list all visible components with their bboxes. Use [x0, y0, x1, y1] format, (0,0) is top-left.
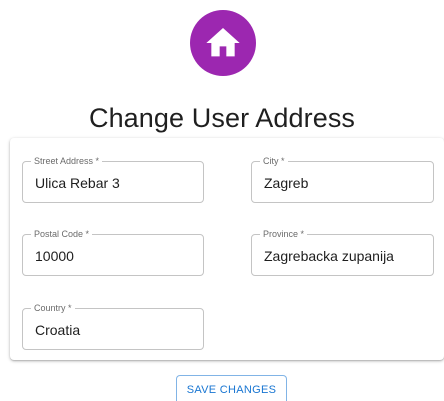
city-label: City * [260, 155, 288, 167]
province-field[interactable]: Province * Zagrebacka zupanija [251, 228, 434, 276]
address-form-card: Street Address * Ulica Rebar 3 City * Za… [10, 138, 444, 360]
country-value: Croatia [35, 322, 81, 338]
country-field[interactable]: Country * Croatia [22, 302, 204, 350]
city-value: Zagreb [264, 175, 309, 191]
province-label: Province * [260, 228, 308, 240]
street-address-field[interactable]: Street Address * Ulica Rebar 3 [22, 155, 204, 203]
postal-code-field[interactable]: Postal Code * 10000 [22, 228, 204, 276]
save-changes-button[interactable]: SAVE CHANGES [176, 375, 287, 401]
page-title: Change User Address [88, 103, 356, 133]
postal-code-value: 10000 [35, 248, 74, 264]
postal-code-label: Postal Code * [31, 228, 93, 240]
street-address-value: Ulica Rebar 3 [35, 175, 120, 191]
country-label: Country * [31, 302, 75, 314]
province-value: Zagrebacka zupanija [264, 248, 394, 264]
change-address-page: Change User Address Street Address * Uli… [0, 0, 444, 401]
home-icon [206, 28, 240, 57]
city-field[interactable]: City * Zagreb [251, 155, 434, 203]
avatar [190, 10, 256, 76]
street-address-label: Street Address * [31, 155, 103, 167]
